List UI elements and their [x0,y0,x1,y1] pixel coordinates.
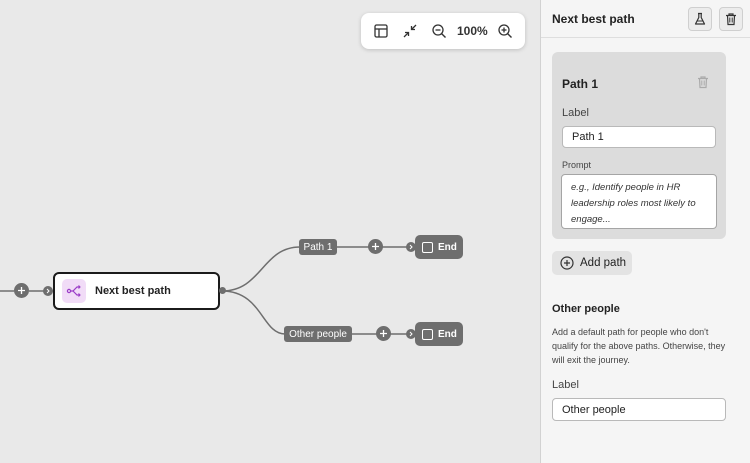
node-label: Next best path [95,285,171,297]
node-output-handle[interactable] [219,287,226,294]
trash-icon [698,76,708,89]
next-best-path-node[interactable]: Next best path [53,272,220,310]
other-people-title: Other people [552,303,620,315]
panel-title: Next best path [552,11,635,26]
flask-icon [694,12,706,25]
fit-to-screen-button[interactable] [396,16,423,46]
path-label-other-people[interactable]: Other people [284,326,352,342]
chevron-right-icon [46,288,50,294]
layout-icon [374,24,388,38]
add-step-button[interactable] [14,283,29,298]
chevron-right-icon [409,244,413,250]
add-path-label: Add path [580,257,627,269]
end-label: End [438,328,457,340]
path-label-input[interactable]: Path 1 [562,126,716,148]
auto-layout-button[interactable] [367,16,394,46]
stop-square-icon [422,328,433,340]
zoom-level: 100% [457,24,488,38]
other-people-label-input[interactable]: Other people [552,398,726,421]
branch-icon [66,285,81,297]
end-node-path-1[interactable]: End [415,235,463,259]
path-label-path-1[interactable]: Path 1 [299,239,337,255]
collapse-arrows-icon [403,24,417,38]
zoom-out-button[interactable] [426,16,453,46]
path-card-path-1: Path 1 Label Path 1 Prompt e.g., Identif… [552,52,726,239]
delete-path-button[interactable] [696,75,710,94]
end-label: End [438,241,457,253]
plus-icon [372,243,379,250]
chevron-right-icon [409,331,413,337]
path-card-title: Path 1 [562,77,599,91]
end-node-other-people[interactable]: End [415,322,463,346]
test-button[interactable] [688,6,712,31]
prompt-textarea[interactable]: e.g., Identify people in HR leadership r… [561,174,717,229]
journey-canvas[interactable]: 100% Next best path Path 1 End Other peo… [0,0,540,463]
plus-icon [380,330,387,337]
add-path-button[interactable]: Add path [552,251,632,275]
connector-chevron [43,286,53,296]
properties-panel: Next best path Path 1 Label Path 1 Promp… [540,0,750,463]
zoom-in-button[interactable] [492,16,519,46]
other-people-label-heading: Label [552,379,579,391]
add-step-button-path-1[interactable] [368,239,383,254]
plus-icon [18,287,25,294]
canvas-toolbar: 100% [361,13,525,49]
other-people-description: Add a default path for people who don't … [552,327,726,365]
zoom-in-icon [498,24,513,38]
panel-header: Next best path [541,0,750,38]
delete-node-button[interactable] [719,6,743,31]
add-circle-icon [560,256,574,270]
zoom-out-icon [432,24,447,38]
trash-icon [726,12,736,25]
stop-square-icon [422,241,433,253]
connector-lines [0,246,416,335]
label-heading: Label [562,107,589,119]
node-icon [62,279,86,303]
add-step-button-other-people[interactable] [376,326,391,341]
prompt-heading: Prompt [562,160,592,170]
